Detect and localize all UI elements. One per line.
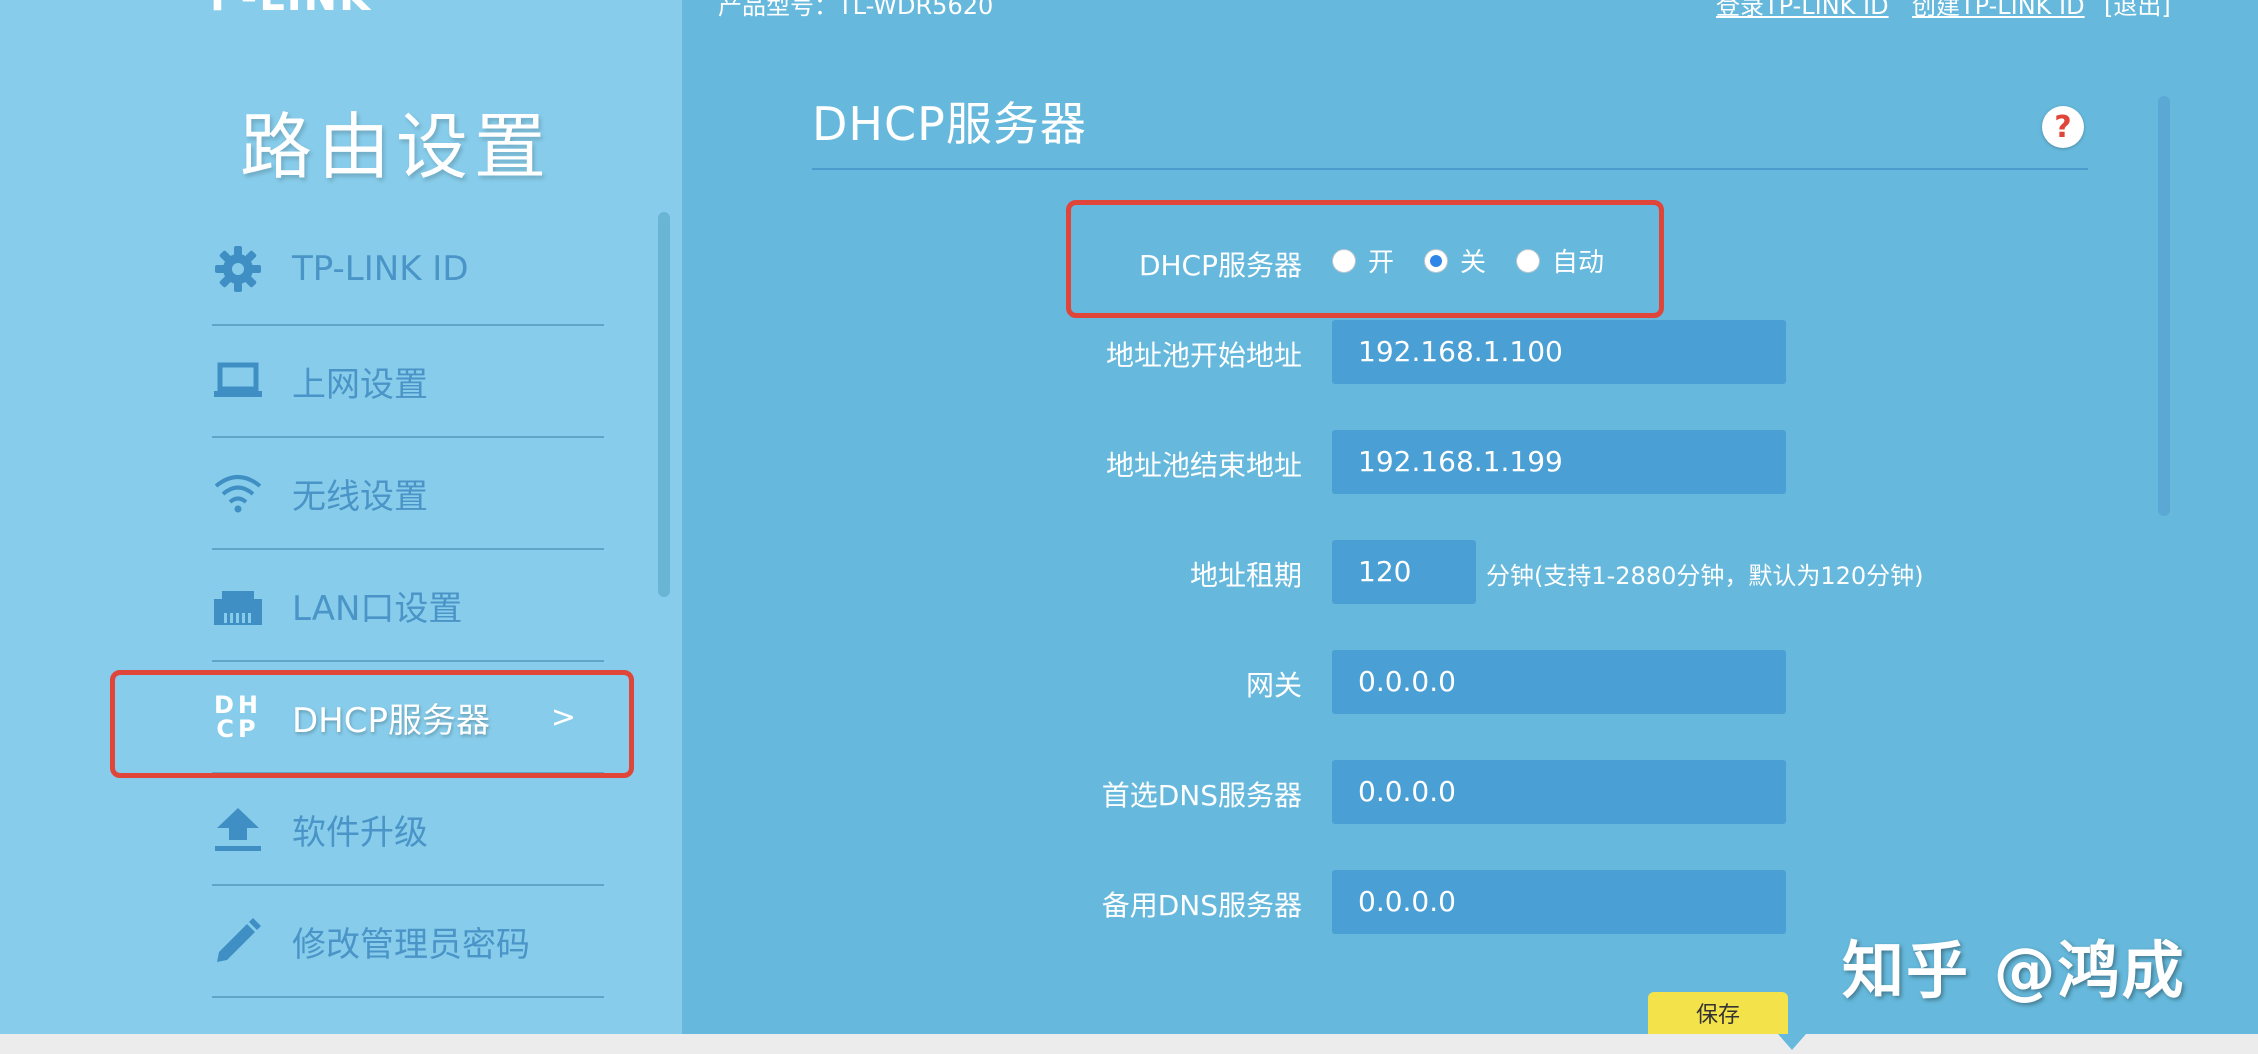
- main-scrollbar[interactable]: [2158, 96, 2170, 516]
- pool-end-label: 地址池结束地址: [1105, 449, 1302, 482]
- page-title: DHCP服务器: [812, 97, 1087, 151]
- sidebar-item-label: 上网设置: [292, 364, 428, 405]
- pool-start-label: 地址池开始地址: [1105, 339, 1302, 372]
- pencil-icon: [212, 915, 264, 967]
- sidebar-item-upgrade[interactable]: 软件升级: [212, 774, 604, 886]
- gear-icon: [212, 243, 264, 295]
- sidebar: P-LINK 路由设置 TP-LINK ID: [0, 0, 682, 1034]
- watermark: 知乎 @鸿成: [1842, 934, 2186, 1007]
- bottom-bar: [0, 1034, 2258, 1054]
- pool-end-input[interactable]: 192.168.1.199: [1332, 430, 1786, 494]
- primary-dns-label: 首选DNS服务器: [1101, 779, 1302, 812]
- upload-icon: [212, 803, 264, 855]
- logout-link[interactable]: [退出]: [2104, 0, 2171, 21]
- create-tplink-id-link[interactable]: 创建TP-LINK ID: [1912, 0, 2085, 21]
- secondary-dns-label: 备用DNS服务器: [1101, 889, 1302, 922]
- brand-logo: P-LINK: [210, 0, 372, 20]
- pool-start-input[interactable]: 192.168.1.100: [1332, 320, 1786, 384]
- sidebar-item-internet[interactable]: 上网设置: [212, 326, 604, 438]
- dhcp-nav-highlight-box: [110, 670, 634, 778]
- sidebar-item-admin-password[interactable]: 修改管理员密码: [212, 886, 604, 998]
- login-tplink-id-link[interactable]: 登录TP-LINK ID: [1716, 0, 1889, 21]
- sidebar-item-label: LAN口设置: [292, 588, 463, 629]
- dhcp-toggle-highlight-box: [1066, 200, 1664, 318]
- sidebar-title: 路由设置: [240, 105, 553, 189]
- lease-time-label: 地址租期: [1189, 559, 1302, 592]
- lan-port-icon: [212, 579, 264, 631]
- wifi-icon: [212, 467, 264, 519]
- sidebar-item-label: 无线设置: [292, 476, 428, 517]
- title-divider: [812, 168, 2088, 170]
- save-button[interactable]: 保存: [1648, 992, 1788, 1034]
- lease-time-input[interactable]: 120: [1332, 540, 1476, 604]
- sidebar-item-label: 软件升级: [292, 812, 428, 853]
- product-model: 产品型号：TL-WDR5620: [718, 0, 994, 20]
- sidebar-scrollbar[interactable]: [658, 212, 670, 597]
- sidebar-item-wireless[interactable]: 无线设置: [212, 438, 604, 550]
- sidebar-item-label: 修改管理员密码: [292, 924, 530, 965]
- primary-dns-input[interactable]: 0.0.0.0: [1332, 760, 1786, 824]
- sidebar-item-label: TP-LINK ID: [292, 249, 469, 289]
- lease-time-hint: 分钟(支持1-2880分钟，默认为120分钟): [1486, 562, 1924, 590]
- gateway-input[interactable]: 0.0.0.0: [1332, 650, 1786, 714]
- sidebar-item-tplink-id[interactable]: TP-LINK ID: [212, 214, 604, 326]
- sidebar-item-lan[interactable]: LAN口设置: [212, 550, 604, 662]
- help-icon[interactable]: ?: [2042, 106, 2084, 148]
- laptop-icon: [212, 355, 264, 407]
- bottom-notch: [1778, 1034, 1806, 1050]
- secondary-dns-input[interactable]: 0.0.0.0: [1332, 870, 1786, 934]
- gateway-label: 网关: [1245, 669, 1302, 702]
